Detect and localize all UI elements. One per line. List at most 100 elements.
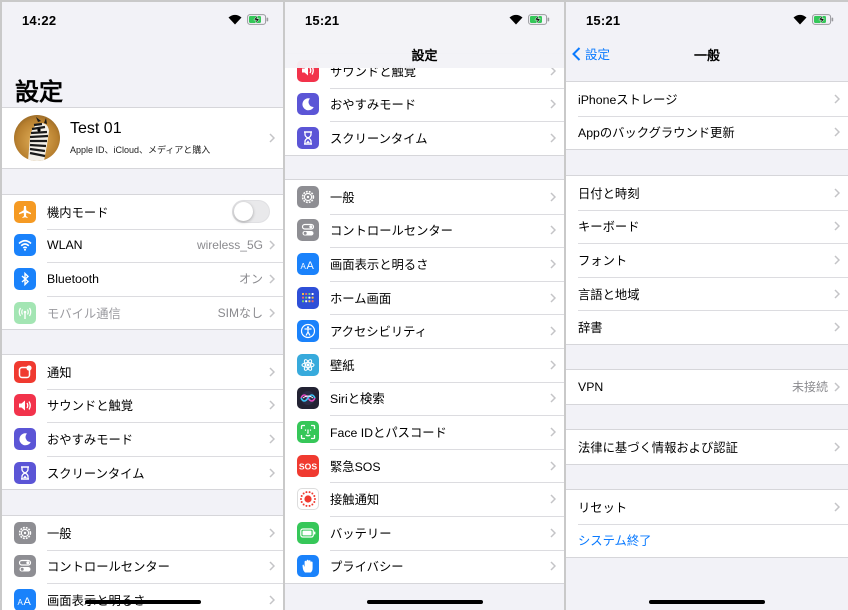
row-label: システム終了 xyxy=(578,534,652,549)
legal-group: 法律に基づく情報および認証 xyxy=(566,429,848,465)
row-label: スクリーンタイム xyxy=(330,131,428,146)
chevron-right-icon xyxy=(834,289,840,299)
wifi-status-icon xyxy=(228,14,242,25)
chevron-right-icon xyxy=(269,561,275,571)
settings-row-item-app[interactable]: Appのバックグラウンド更新 xyxy=(566,115,848,150)
settings-row-gear[interactable]: 一般 xyxy=(2,516,283,550)
settings-scrolled-screen: サウンドと触覚 おやすみモード スクリーンタイム 一般 コントロールセンター A A 画面表… xyxy=(285,2,564,610)
chevron-right-icon xyxy=(269,367,275,377)
row-label: 一般 xyxy=(330,190,355,205)
chevron-right-icon xyxy=(834,442,840,452)
row-label: 画面表示と明るさ xyxy=(330,257,429,272)
gear-icon xyxy=(14,521,36,544)
status-bar: 15:21 xyxy=(285,2,564,38)
chevron-right-icon xyxy=(550,326,556,336)
settings-row-item-1[interactable]: キーボード xyxy=(566,209,848,244)
row-label: Face IDとパスコード xyxy=(330,425,447,440)
status-bar: 15:21 xyxy=(566,2,848,38)
settings-row-accessibility[interactable]: アクセシビリティ xyxy=(285,314,564,348)
airplane-mode-toggle[interactable] xyxy=(232,200,270,224)
chevron-right-icon xyxy=(550,528,556,538)
switches-icon xyxy=(14,555,36,578)
wifi-status-icon xyxy=(793,14,807,25)
row-label: 通知 xyxy=(47,365,72,380)
settings-row-exposure[interactable]: 接触通知 xyxy=(285,482,564,516)
chevron-right-icon xyxy=(834,382,840,392)
settings-row-faceid[interactable]: Face IDとパスコード xyxy=(285,415,564,449)
settings-row-item-iphone[interactable]: iPhoneストレージ xyxy=(566,82,848,116)
row-label: 日付と時刻 xyxy=(578,186,640,201)
settings-row-airplane[interactable]: 機内モード xyxy=(2,195,283,229)
nav-title: 設定 xyxy=(411,48,438,63)
settings-row-item-4[interactable]: 辞書 xyxy=(566,310,848,344)
settings-row-notification[interactable]: 通知 xyxy=(2,355,283,389)
chevron-right-icon xyxy=(550,99,556,109)
profile-row[interactable]: Test 01 Apple ID、iCloud、メディアと購入 xyxy=(2,108,283,168)
status-time: 14:22 xyxy=(22,13,57,28)
settings-row-text-size[interactable]: AA画面表示と明るさ xyxy=(2,583,283,610)
text-size-icon: AA xyxy=(297,252,319,275)
settings-row-moon[interactable]: おやすみモード xyxy=(285,87,564,122)
row-label: おやすみモード xyxy=(330,98,417,113)
siri-icon xyxy=(297,387,319,410)
settings-row-flower[interactable]: 壁紙 xyxy=(285,347,564,382)
settings-row-switches[interactable]: コントロールセンター xyxy=(2,549,283,584)
settings-row-item-0[interactable]: 日付と時刻 xyxy=(566,176,848,210)
row-label: リセット xyxy=(578,500,628,515)
settings-root-screen: 14:22 設定 Test 01 Apple ID、iCloud、メディアと購入 xyxy=(2,2,283,610)
settings-row-item-0[interactable]: リセット xyxy=(566,490,848,524)
row-value: 未接続 xyxy=(791,380,828,395)
home-indicator xyxy=(84,600,201,604)
row-label: ホーム画面 xyxy=(330,291,392,306)
chevron-right-icon xyxy=(550,293,556,303)
hourglass-icon xyxy=(297,126,319,149)
date-keyboard-group: 日付と時刻キーボード フォント 言語と地域 辞書 xyxy=(566,175,848,345)
settings-row-siri[interactable]: Siriと検索 xyxy=(285,381,564,416)
settings-row-item-0[interactable]: 法律に基づく情報および認証 xyxy=(566,430,848,464)
row-label: プライバシー xyxy=(330,560,404,575)
home-grid-icon xyxy=(297,286,319,309)
row-label: 一般 xyxy=(47,526,72,541)
nav-title: 一般 xyxy=(693,48,720,63)
status-icons xyxy=(793,14,834,25)
screenshot-frame: 14:22 設定 Test 01 Apple ID、iCloud、メディアと購入 xyxy=(0,0,848,610)
settings-row-battery[interactable]: バッテリー xyxy=(285,515,564,550)
settings-row-hourglass[interactable]: スクリーンタイム xyxy=(285,121,564,155)
faceid-icon xyxy=(297,420,319,443)
battery-charging-icon xyxy=(812,14,834,25)
profile-group: Test 01 Apple ID、iCloud、メディアと購入 xyxy=(2,107,283,169)
settings-row-sos[interactable]: SOS 緊急SOS xyxy=(285,448,564,483)
settings-row-antenna[interactable]: モバイル通信 SIMなし xyxy=(2,295,283,330)
settings-row-item-1[interactable]: システム終了 xyxy=(566,523,848,558)
settings-row-switches[interactable]: コントロールセンター xyxy=(285,213,564,248)
chevron-right-icon xyxy=(269,528,275,538)
row-label: アクセシビリティ xyxy=(330,325,428,340)
row-label: 緊急SOS xyxy=(330,459,381,474)
storage-group: iPhoneストレージ Appのバックグラウンド更新 xyxy=(566,81,848,151)
settings-row-text-size[interactable]: AA 画面表示と明るさ xyxy=(285,247,564,281)
battery-charging-icon xyxy=(528,14,550,25)
settings-row-item-vpn[interactable]: VPN 未接続 xyxy=(566,370,848,404)
settings-row-item-3[interactable]: 言語と地域 xyxy=(566,276,848,311)
chevron-right-icon xyxy=(834,127,840,137)
settings-row-item-2[interactable]: フォント xyxy=(566,243,848,277)
battery-charging-icon xyxy=(247,14,269,25)
settings-row-gear[interactable]: 一般 xyxy=(285,180,564,214)
row-label: 接触通知 xyxy=(330,493,380,508)
row-label: VPN xyxy=(578,379,604,394)
row-label: コントロールセンター xyxy=(330,224,453,239)
sos-icon: SOS xyxy=(297,454,319,477)
switches-icon xyxy=(297,219,319,242)
chevron-right-icon xyxy=(269,434,275,444)
settings-row-hourglass[interactable]: スクリーンタイム xyxy=(2,455,283,490)
settings-row-sound[interactable]: サウンドと触覚 xyxy=(2,388,283,423)
settings-row-wifi[interactable]: WLAN wireless_5G xyxy=(2,228,283,263)
settings-row-home-grid[interactable]: ホーム画面 xyxy=(285,280,564,315)
avatar xyxy=(14,115,60,161)
settings-row-bluetooth[interactable]: Bluetooth オン xyxy=(2,262,283,296)
settings-row-hand[interactable]: プライバシー xyxy=(285,549,564,584)
row-label: モバイル通信 xyxy=(47,306,121,321)
chevron-right-icon xyxy=(834,255,840,265)
settings-row-moon[interactable]: おやすみモード xyxy=(2,422,283,456)
home-indicator xyxy=(649,600,765,604)
